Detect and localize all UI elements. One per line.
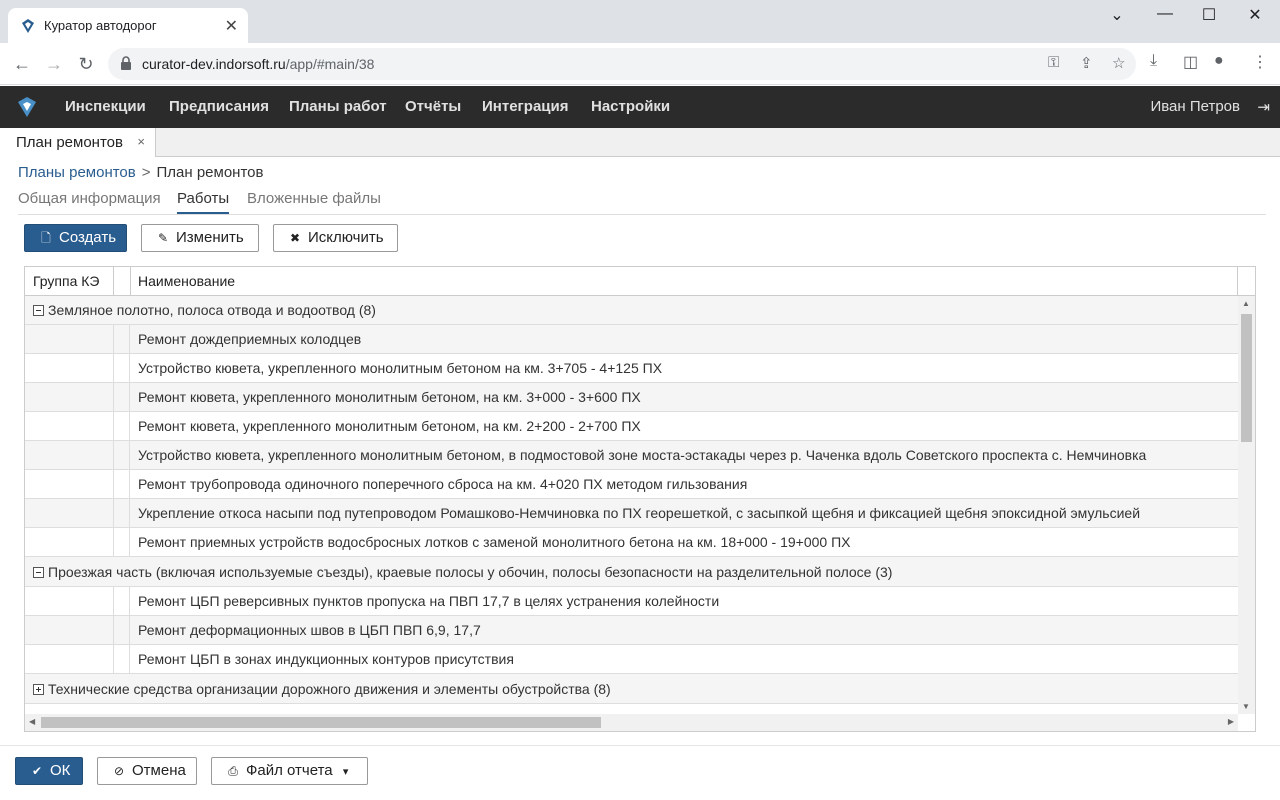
expand-toggle-icon[interactable] [33, 684, 44, 695]
logout-icon[interactable]: ⇥ [1257, 98, 1270, 116]
collapse-toggle-icon[interactable] [33, 567, 44, 578]
reload-icon[interactable]: ↻ [73, 52, 99, 76]
tab-search-icon[interactable]: ⌄ [1102, 5, 1132, 25]
scroll-right-icon[interactable]: ▶ [1228, 717, 1234, 726]
cancel-circle-icon: ⊘ [113, 764, 125, 778]
table-row[interactable]: Ремонт кювета, укрепленного монолитным б… [25, 383, 1238, 412]
doc-tab-close-icon[interactable]: × [137, 134, 145, 149]
browser-tab-title: Куратор автодорог [44, 18, 157, 33]
window-close-icon[interactable]: ✕ [1240, 5, 1270, 25]
table-row[interactable]: Укрепление откоса насыпи под путепроводо… [25, 499, 1238, 528]
user-name[interactable]: Иван Петров [1150, 98, 1240, 115]
url-text: curator-dev.indorsoft.ru/app/#main/38 [142, 56, 375, 72]
horizontal-scrollbar[interactable]: ◀ ▶ [25, 714, 1238, 731]
vertical-scrollbar[interactable]: ▲ ▼ [1238, 296, 1255, 714]
grid-header: Группа КЭ Наименование [25, 267, 1255, 296]
group-row[interactable]: Земляное полотно, полоса отвода и водоот… [25, 296, 1238, 325]
nav-settings[interactable]: Настройки [591, 98, 670, 115]
checkmark-icon: ✔ [31, 764, 43, 778]
app-favicon-icon [22, 19, 34, 33]
nav-integration[interactable]: Интеграция [482, 98, 568, 115]
collapse-toggle-icon[interactable] [33, 305, 44, 316]
sidepanel-icon[interactable]: ◫ [1183, 52, 1198, 72]
vertical-scroll-thumb[interactable] [1241, 314, 1252, 442]
table-row[interactable]: Ремонт ЦБП реверсивных пунктов пропуска … [25, 587, 1238, 616]
browser-tab[interactable]: Куратор автодорог ✕ [8, 8, 248, 43]
table-row[interactable]: Устройство кювета, укрепленного монолитн… [25, 441, 1238, 470]
back-icon[interactable]: ← [9, 52, 35, 76]
subtabs: Общая информация Работы Вложенные файлы [18, 190, 1266, 215]
doc-tab-label: План ремонтов [16, 134, 123, 151]
share-icon[interactable]: ⇪ [1080, 54, 1093, 72]
maximize-icon[interactable]: ☐ [1194, 5, 1224, 25]
tab-attached-files[interactable]: Вложенные файлы [247, 190, 381, 212]
profile-avatar-icon[interactable]: ● [1214, 52, 1224, 70]
report-file-button[interactable]: ⎙ Файл отчета ▾ [211, 757, 368, 785]
column-header-name[interactable]: Наименование [130, 267, 1238, 296]
nav-prescriptions[interactable]: Предписания [169, 98, 269, 115]
document-tabs: План ремонтов × [0, 128, 1280, 157]
app-navbar: Инспекции Предписания Планы работ Отчёты… [0, 86, 1280, 128]
table-row[interactable]: Ремонт деформационных швов в ЦБП ПВП 6,9… [25, 616, 1238, 645]
download-icon[interactable]: ⤓ [1150, 52, 1157, 70]
address-bar[interactable]: curator-dev.indorsoft.ru/app/#main/38 ⚿ … [108, 48, 1136, 80]
table-row[interactable]: Ремонт кювета, укрепленного монолитным б… [25, 412, 1238, 441]
works-grid: Группа КЭ Наименование Земляное полотно,… [24, 266, 1256, 732]
bookmark-star-icon[interactable]: ☆ [1112, 54, 1125, 72]
pencil-icon: ✎ [157, 231, 169, 245]
chevron-down-icon: ▾ [342, 766, 349, 778]
cancel-button[interactable]: ⊘ Отмена [97, 757, 197, 785]
browser-menu-icon[interactable]: ⋮ [1252, 52, 1268, 72]
tab-works[interactable]: Работы [177, 190, 230, 214]
create-button[interactable]: 🗋 Создать [24, 224, 127, 252]
grid-body: Земляное полотно, полоса отвода и водоот… [25, 296, 1238, 714]
table-row[interactable]: Устройство кювета, укрепленного монолитн… [25, 354, 1238, 383]
table-row[interactable]: Ремонт ЦБП в зонах индукционных контуров… [25, 645, 1238, 674]
app-logo-icon[interactable] [16, 96, 38, 118]
edit-button[interactable]: ✎ Изменить [141, 224, 259, 252]
breadcrumb-parent-link[interactable]: Планы ремонтов [18, 164, 136, 181]
nav-work-plans[interactable]: Планы работ [289, 98, 387, 115]
group-row[interactable]: Проезжая часть (включая используемые съе… [25, 557, 1238, 587]
horizontal-scroll-thumb[interactable] [41, 717, 601, 728]
table-row[interactable]: Ремонт приемных устройств водосбросных л… [25, 528, 1238, 557]
minimize-icon[interactable]: — [1150, 5, 1180, 23]
scroll-up-icon[interactable]: ▲ [1242, 299, 1250, 308]
breadcrumb-current: План ремонтов [156, 164, 264, 181]
exclude-button[interactable]: ✖ Исключить [273, 224, 398, 252]
column-header-ke-group[interactable]: Группа КЭ [25, 267, 114, 296]
key-icon[interactable]: ⚿ [1048, 54, 1059, 71]
scroll-down-icon[interactable]: ▼ [1242, 702, 1250, 711]
footer-divider [0, 745, 1280, 746]
column-header-spacer [114, 267, 131, 296]
lock-icon [121, 56, 131, 70]
table-row[interactable]: Ремонт трубопровода одиночного поперечно… [25, 470, 1238, 499]
breadcrumb: Планы ремонтов > План ремонтов [18, 164, 263, 181]
browser-tab-strip: Куратор автодорог ✕ ⌄ — ☐ ✕ [0, 0, 1280, 43]
nav-reports[interactable]: Отчёты [405, 98, 461, 115]
printer-icon: ⎙ [228, 764, 238, 778]
scroll-left-icon[interactable]: ◀ [29, 717, 35, 726]
browser-tab-close-icon[interactable]: ✕ [225, 16, 238, 36]
tab-general-info[interactable]: Общая информация [18, 190, 161, 212]
x-icon: ✖ [289, 231, 301, 245]
table-row[interactable]: Ремонт дождеприемных колодцев [25, 325, 1238, 354]
doc-tab-repair-plan[interactable]: План ремонтов × [0, 128, 156, 157]
new-document-icon: 🗋 [41, 231, 51, 245]
breadcrumb-separator: > [141, 164, 151, 181]
forward-icon[interactable]: → [41, 52, 67, 76]
browser-toolbar: ← → ↻ curator-dev.indorsoft.ru/app/#main… [0, 43, 1280, 85]
nav-inspections[interactable]: Инспекции [65, 98, 146, 115]
group-row[interactable]: Технические средства организации дорожно… [25, 674, 1238, 704]
ok-button[interactable]: ✔ ОК [15, 757, 83, 785]
